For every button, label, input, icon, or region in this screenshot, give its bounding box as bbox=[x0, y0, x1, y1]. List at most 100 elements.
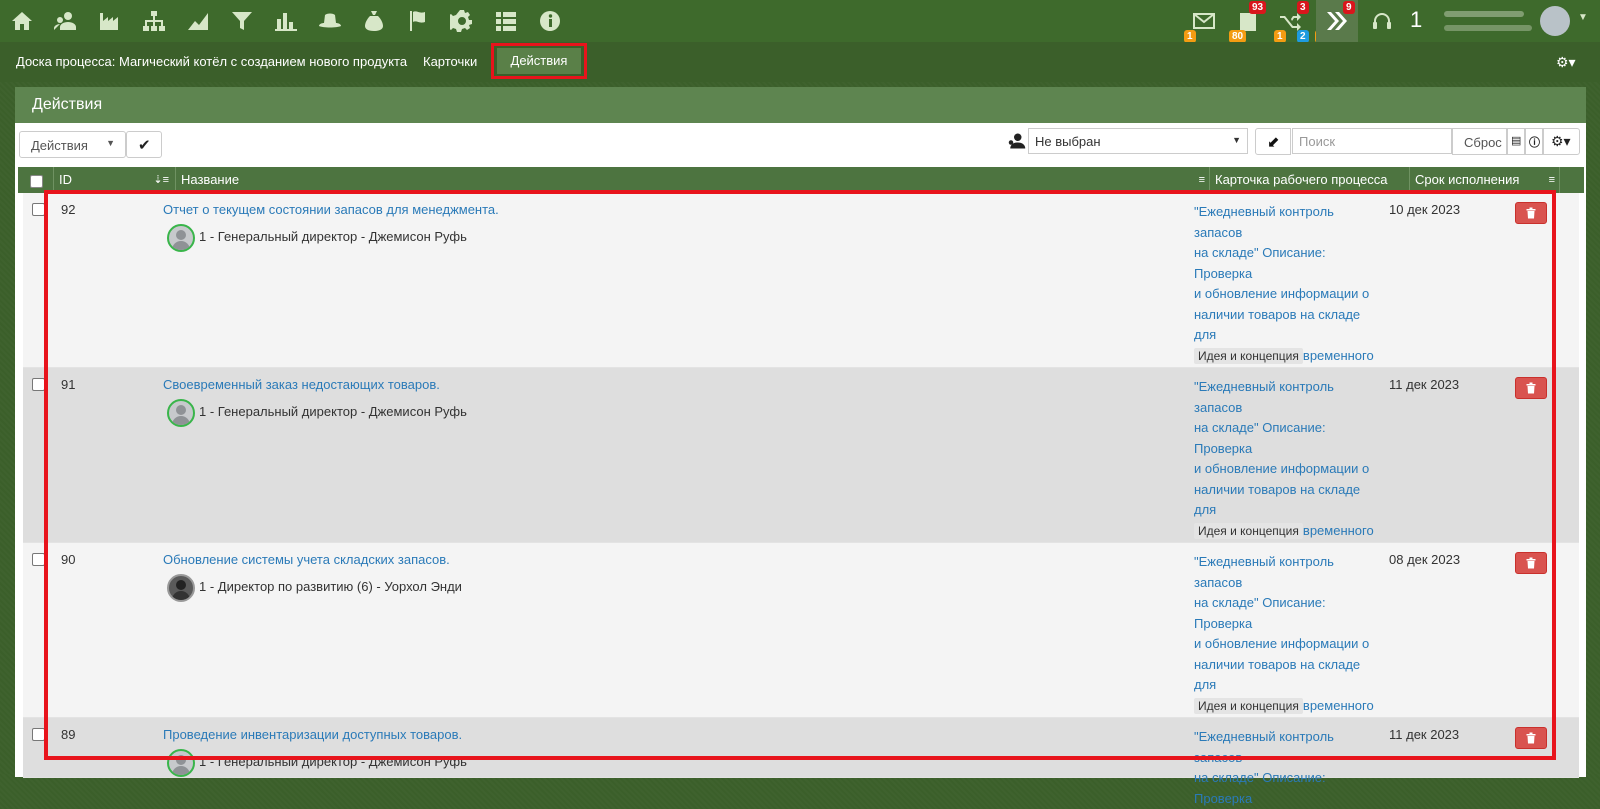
panel-title: Действия bbox=[32, 96, 103, 113]
actions-dropdown[interactable]: Действия ▼ bbox=[19, 131, 126, 158]
trash-icon bbox=[1526, 207, 1536, 219]
row-title-link[interactable]: Своевременный заказ недостающих товаров. bbox=[163, 377, 440, 392]
row-id: 89 bbox=[61, 727, 76, 742]
area-chart-icon[interactable] bbox=[186, 9, 210, 33]
delete-button[interactable] bbox=[1515, 552, 1547, 574]
print-icon: ▤ bbox=[1511, 135, 1522, 147]
tab-actions-label: Действия bbox=[497, 48, 581, 74]
delete-button[interactable] bbox=[1515, 377, 1547, 399]
gear-icon[interactable] bbox=[446, 9, 474, 33]
column-card-label: Карточка рабочего процесса bbox=[1215, 172, 1388, 187]
arrow-down-left-icon: ⬋ bbox=[1267, 134, 1280, 151]
table-header: ID ⇣≡ Название ≡ Карточка рабочего проце… bbox=[18, 167, 1584, 193]
assignee-name: 1 - Директор по развитию (6) - Уорхол Эн… bbox=[199, 579, 462, 594]
due-date: 10 дек 2023 bbox=[1389, 202, 1461, 217]
process-board-bar: Доска процесса: Магический котёл с созда… bbox=[0, 42, 1600, 82]
print-button[interactable]: ▤ bbox=[1507, 128, 1525, 155]
responsible-filter-select[interactable]: Не выбран ▼ bbox=[1028, 128, 1248, 154]
column-due[interactable]: Срок исполнения ≡ bbox=[1410, 167, 1560, 193]
check-icon: ✔ bbox=[138, 137, 151, 154]
column-id[interactable]: ID ⇣≡ bbox=[54, 167, 176, 193]
card-description-line: наличии товаров на складе для bbox=[1194, 306, 1361, 343]
collapse-arrow-button[interactable]: ⬋ bbox=[1255, 128, 1291, 155]
apply-button[interactable]: ✔ bbox=[126, 131, 162, 158]
delete-button[interactable] bbox=[1515, 202, 1547, 224]
users-icon[interactable] bbox=[54, 9, 78, 33]
user-avatar[interactable] bbox=[1540, 6, 1570, 36]
row-title-link[interactable]: Отчет о текущем состоянии запасов для ме… bbox=[163, 202, 499, 217]
workflow-card-link[interactable]: "Ежедневный контроль запасов на складе" О… bbox=[1194, 727, 1384, 809]
user-name-blurred[interactable] bbox=[1444, 7, 1534, 35]
card-description-line: на складе" Описание: Проверка bbox=[1194, 245, 1326, 281]
stage-tag: Идея и концепция bbox=[1194, 697, 1303, 714]
assignee-avatar bbox=[167, 399, 195, 427]
table-settings-button[interactable]: ⚙▾ bbox=[1543, 128, 1580, 155]
column-card[interactable]: Карточка рабочего процесса bbox=[1210, 167, 1410, 193]
home-icon[interactable] bbox=[10, 9, 34, 33]
factory-icon[interactable] bbox=[98, 9, 122, 33]
top-navigation-bar: 1 93 80 3 1 2 16 9 1 ▼ bbox=[0, 0, 1600, 43]
row-title-link[interactable]: Обновление системы учета складских запас… bbox=[163, 552, 450, 567]
actions-dropdown-label: Действия bbox=[31, 138, 88, 153]
search-input[interactable] bbox=[1292, 128, 1452, 154]
card-description-line: и обновление информации о bbox=[1194, 286, 1370, 301]
caret-down-icon: ▼ bbox=[1232, 135, 1241, 145]
row-title-link[interactable]: Проведение инвентаризации доступных това… bbox=[163, 727, 462, 742]
table-row[interactable]: 90 Обновление системы учета складских зап… bbox=[23, 543, 1579, 754]
online-count: 1 bbox=[1410, 7, 1423, 32]
row-id: 90 bbox=[61, 552, 76, 567]
delete-button[interactable] bbox=[1515, 727, 1547, 749]
due-date: 11 дек 2023 bbox=[1389, 727, 1460, 742]
assignee-avatar bbox=[167, 224, 195, 252]
org-chart-icon[interactable] bbox=[142, 9, 166, 33]
table-row[interactable]: 92 Отчет о текущем состоянии запасов для … bbox=[23, 193, 1579, 404]
card-description-line: на складе" Описание: Проверка bbox=[1194, 420, 1326, 456]
stage-tag: Идея и концепция bbox=[1194, 347, 1303, 364]
row-id: 91 bbox=[61, 377, 76, 392]
table-row[interactable]: 89 Проведение инвентаризации доступных то… bbox=[23, 718, 1579, 806]
panel-header: Действия bbox=[15, 87, 1586, 123]
row-checkbox[interactable] bbox=[32, 728, 45, 741]
filter-icon[interactable] bbox=[230, 9, 254, 33]
settings-gear-icon[interactable]: ⚙▾ bbox=[1556, 54, 1576, 71]
card-description-line: наличии товаров на складе для bbox=[1194, 481, 1361, 518]
envelope-icon[interactable] bbox=[1192, 9, 1218, 33]
forward-badge: 9 bbox=[1343, 1, 1355, 14]
trash-icon bbox=[1526, 382, 1536, 394]
list-icon[interactable] bbox=[494, 9, 518, 33]
filter-selected-value: Не выбран bbox=[1035, 134, 1101, 149]
row-checkbox[interactable] bbox=[32, 553, 45, 566]
table-row[interactable]: 91 Своевременный заказ недостающих товаро… bbox=[23, 368, 1579, 579]
select-all-cell bbox=[18, 167, 54, 193]
column-menu-icon[interactable]: ≡ bbox=[1549, 167, 1555, 193]
bar-chart-icon[interactable] bbox=[274, 9, 298, 33]
info-button[interactable]: ⓘ bbox=[1525, 128, 1543, 155]
info-icon: ⓘ bbox=[1529, 137, 1540, 149]
tab-cards[interactable]: Карточки bbox=[423, 54, 477, 69]
flag-icon[interactable] bbox=[406, 9, 430, 33]
row-checkbox[interactable] bbox=[32, 203, 45, 216]
column-menu-icon[interactable]: ≡ bbox=[1199, 167, 1205, 193]
money-bag-icon[interactable] bbox=[362, 9, 386, 33]
card-description-line: на складе" Описание: Проверка bbox=[1194, 770, 1326, 806]
card-description-line: и обновление информации о bbox=[1194, 461, 1370, 476]
reset-button[interactable]: Сброс bbox=[1452, 128, 1507, 155]
card-description-line: и обновление информации о bbox=[1194, 636, 1370, 651]
select-all-checkbox[interactable] bbox=[30, 175, 43, 188]
tasks-badge-top: 93 bbox=[1249, 1, 1267, 14]
headset-icon[interactable] bbox=[1370, 9, 1396, 33]
column-title[interactable]: Название ≡ bbox=[176, 167, 1210, 193]
trash-icon bbox=[1526, 732, 1536, 744]
card-description-line: наличии товаров на складе для bbox=[1194, 656, 1361, 693]
assignee-avatar bbox=[167, 749, 195, 777]
trash-icon bbox=[1526, 557, 1536, 569]
gear-icon: ⚙▾ bbox=[1551, 133, 1571, 149]
tab-actions[interactable]: Действия bbox=[491, 43, 587, 79]
hat-icon[interactable] bbox=[318, 9, 342, 33]
sort-icon[interactable]: ⇣≡ bbox=[153, 167, 169, 193]
row-checkbox[interactable] bbox=[32, 378, 45, 391]
info-icon[interactable] bbox=[538, 9, 562, 33]
column-title-label: Название bbox=[181, 172, 240, 187]
chevron-down-icon[interactable]: ▼ bbox=[1578, 12, 1588, 23]
reset-button-label: Сброс bbox=[1464, 135, 1502, 150]
